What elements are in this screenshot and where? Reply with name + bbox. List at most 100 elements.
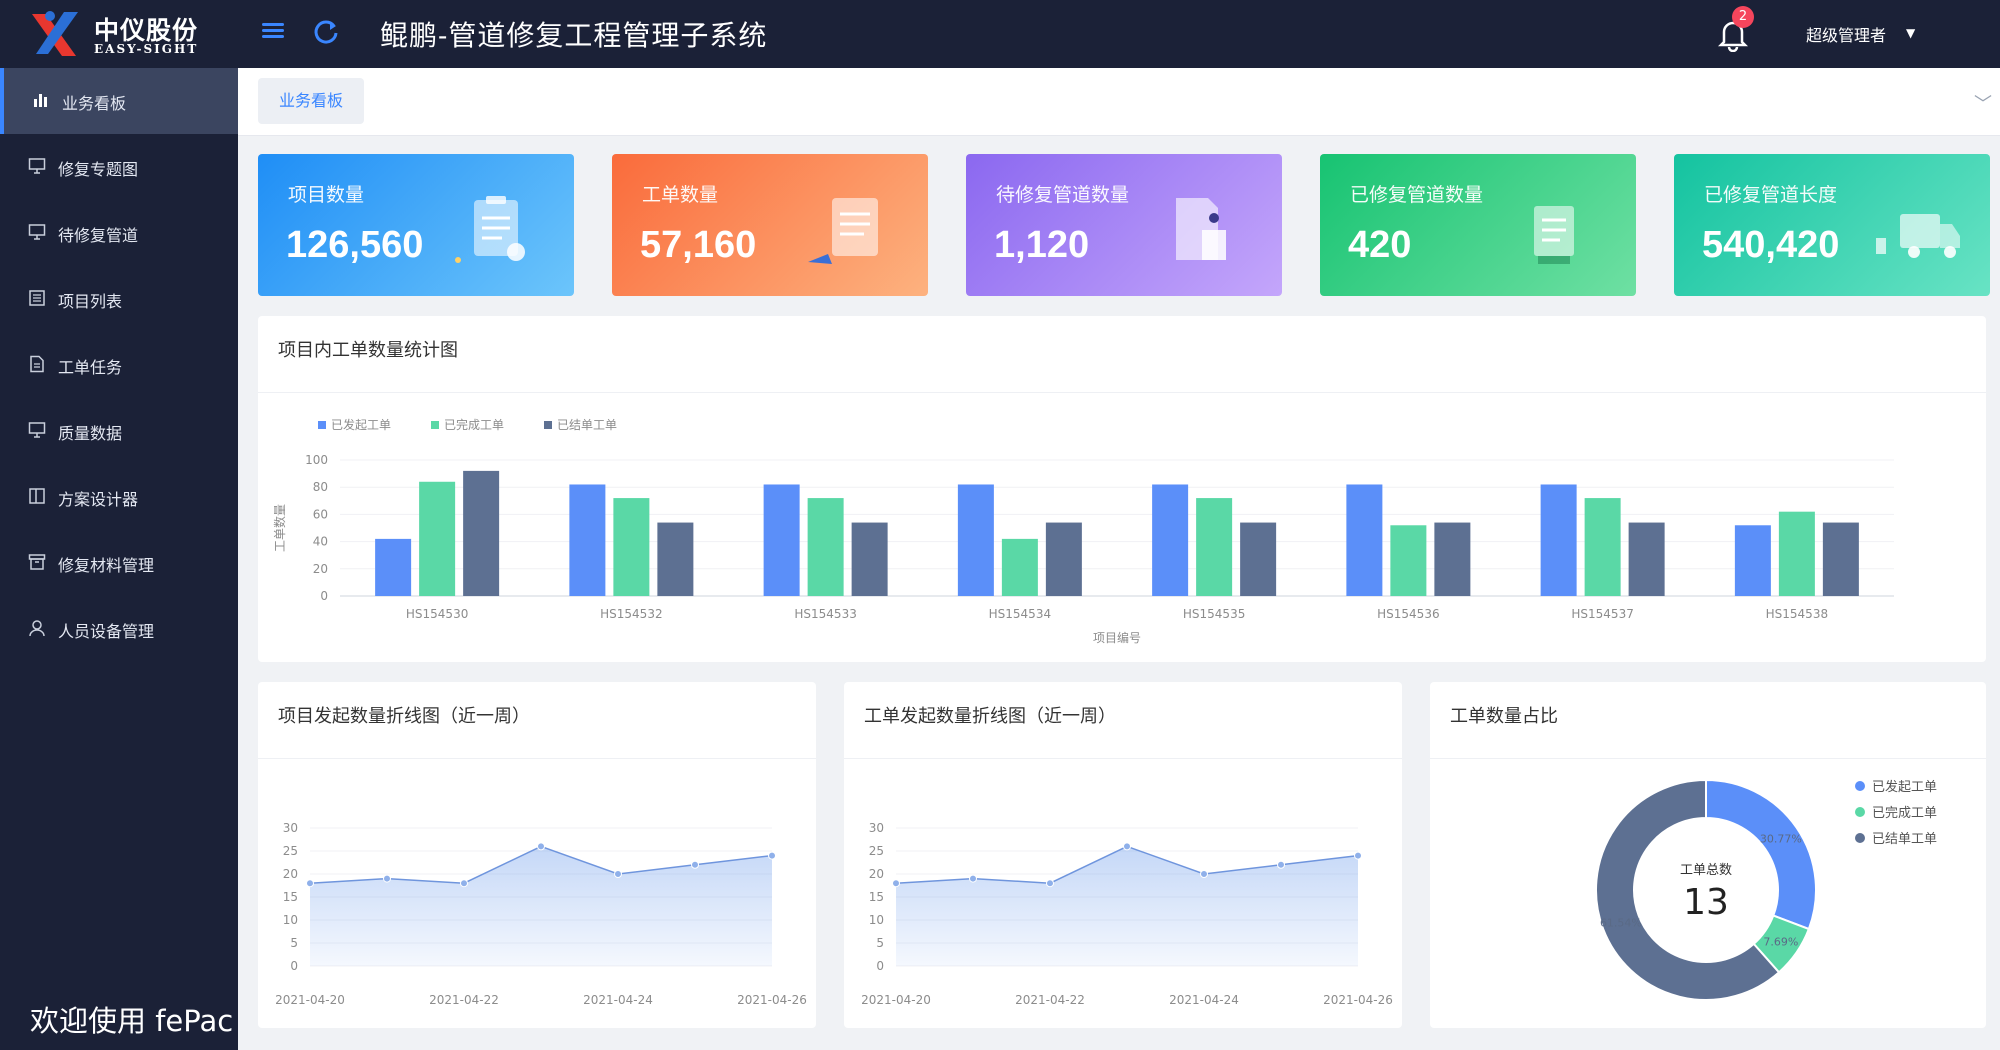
y-axis-label: 工单数量	[272, 504, 287, 552]
data-point	[691, 860, 699, 869]
x-tick-label: 2021-04-22	[429, 993, 499, 1007]
legend-marker	[431, 421, 439, 429]
sidebar-item-label: 项目列表	[58, 292, 123, 311]
x-tick-label: HS154534	[989, 607, 1051, 621]
welcome-text: 欢迎使用 fePac	[30, 1004, 234, 1038]
logo: 中仪股份 EASY-SIGHT	[28, 6, 208, 62]
y-tick-label: 0	[876, 959, 884, 973]
x-tick-label: 2021-04-20	[861, 993, 931, 1007]
tab-bar: 业务看板 ﹀	[238, 68, 2000, 136]
y-tick-label: 60	[313, 507, 328, 521]
x-tick-label: HS154536	[1377, 607, 1439, 621]
sidebar-item-label: 质量数据	[58, 424, 123, 443]
card-value: 126,560	[286, 224, 424, 266]
bar	[1434, 522, 1471, 596]
bar	[851, 522, 888, 596]
sidebar-item-3[interactable]: 待修复管道	[0, 200, 238, 266]
bar-chart-icon	[32, 91, 50, 109]
menu-toggle-icon[interactable]	[260, 20, 286, 46]
slice-label: 30.77%	[1760, 832, 1802, 845]
slice-label: 61.54%	[1600, 916, 1642, 929]
card-illustration-icon	[454, 194, 554, 278]
user-menu[interactable]: 超级管理者	[1806, 22, 1886, 46]
bar	[1152, 484, 1189, 596]
bar	[1584, 498, 1621, 596]
sidebar-item-4[interactable]: 项目列表	[0, 266, 238, 332]
donut-center-label: 工单总数	[1680, 863, 1732, 878]
card-value: 420	[1348, 224, 1412, 266]
legend-label: 已结单工单	[1872, 832, 1937, 847]
sidebar-item-6[interactable]: 质量数据	[0, 398, 238, 464]
bar	[807, 498, 844, 596]
x-tick-label: 2021-04-24	[1169, 993, 1239, 1007]
bar	[1045, 522, 1082, 596]
card-title: 已修复管道数量	[1350, 184, 1484, 206]
y-tick-label: 5	[290, 936, 298, 950]
sidebar-item-8[interactable]: 修复材料管理	[0, 530, 238, 596]
data-point	[1200, 870, 1208, 878]
x-tick-label: 2021-04-24	[583, 993, 653, 1007]
y-tick-label: 20	[869, 867, 884, 881]
y-tick-label: 15	[283, 890, 298, 904]
x-tick-label: HS154537	[1571, 607, 1633, 621]
card-value: 1,120	[994, 224, 1090, 266]
monitor-icon	[28, 223, 46, 241]
bar	[657, 522, 694, 596]
sidebar-item-9[interactable]: 人员设备管理	[0, 596, 238, 662]
slice-label: 7.69%	[1763, 936, 1798, 949]
logo-subtext: EASY-SIGHT	[94, 42, 199, 56]
card-repaired-length[interactable]: 已修复管道长度 540,420	[1674, 154, 1990, 296]
data-point	[460, 879, 468, 888]
bar	[1240, 522, 1277, 596]
sidebar-item-label: 待修复管道	[58, 226, 139, 245]
tab-dashboard[interactable]: 业务看板	[258, 78, 364, 124]
line-chart-projects: 0 5 10 15 20 25 30 2021-04-20 2021-04-22 2021-04-…	[275, 821, 807, 1007]
card-repaired-pipes[interactable]: 已修复管道数量 420	[1320, 154, 1636, 296]
data-point	[1123, 842, 1131, 851]
card-value: 540,420	[1702, 224, 1840, 266]
y-tick-label: 0	[290, 959, 298, 973]
sidebar-item-2[interactable]: 修复专题图	[0, 134, 238, 200]
card-workorder-count[interactable]: 工单数量 57,160	[612, 154, 928, 296]
chevron-down-icon[interactable]: ﹀	[1974, 90, 1992, 116]
data-point	[383, 874, 391, 883]
sidebar-item-5[interactable]: 工单任务	[0, 332, 238, 398]
legend-marker	[318, 421, 326, 429]
monitor-icon	[28, 157, 46, 175]
legend-marker	[1855, 807, 1865, 817]
y-tick-label: 10	[869, 913, 884, 927]
legend-label: 已发起工单	[1872, 779, 1937, 795]
data-point	[892, 879, 900, 888]
bar	[1196, 498, 1233, 596]
y-tick-label: 30	[869, 821, 884, 835]
x-tick-label: HS154535	[1183, 607, 1245, 621]
card-title: 已修复管道长度	[1704, 184, 1838, 206]
bar	[375, 538, 412, 596]
data-point	[306, 879, 314, 888]
layout-icon	[28, 487, 46, 505]
y-tick-label: 40	[313, 535, 328, 549]
bar-chart-panel: 项目内工单数量统计图 已发起工单 已完成工单 已结单工单 0 20 40 60 80 100 工单…	[258, 316, 1986, 662]
card-pending-pipes[interactable]: 待修复管道数量 1,120	[966, 154, 1282, 296]
y-tick-label: 0	[320, 589, 328, 603]
refresh-icon[interactable]	[312, 18, 342, 48]
x-axis-label: 项目编号	[1093, 630, 1141, 645]
bar	[1822, 522, 1859, 596]
x-tick-label: 2021-04-26	[1323, 993, 1393, 1007]
card-title: 待修复管道数量	[996, 184, 1130, 206]
list-icon	[28, 289, 46, 307]
sidebar-item-label: 工单任务	[58, 358, 123, 377]
sidebar-item-7[interactable]: 方案设计器	[0, 464, 238, 530]
bar	[1778, 511, 1815, 596]
legend-label: 已结单工单	[557, 418, 617, 432]
line-chart-workorders: 0 5 10 15 20 25 30 2021-04-20 2021-04-22 2021-04-…	[861, 821, 1393, 1007]
legend-label: 已完成工单	[444, 417, 504, 432]
top-bar: 中仪股份 EASY-SIGHT 鲲鹏-管道修复工程管理子系统 2 超级管理者 ▼	[0, 0, 2000, 68]
card-project-count[interactable]: 项目数量 126,560	[258, 154, 574, 296]
x-tick-label: 2021-04-20	[275, 993, 345, 1007]
sidebar-item-1[interactable]: 业务看板	[0, 68, 238, 134]
caret-down-icon[interactable]: ▼	[1906, 26, 1915, 40]
bar	[1390, 525, 1427, 596]
bar	[419, 481, 456, 596]
sidebar-item-label: 方案设计器	[58, 490, 139, 509]
